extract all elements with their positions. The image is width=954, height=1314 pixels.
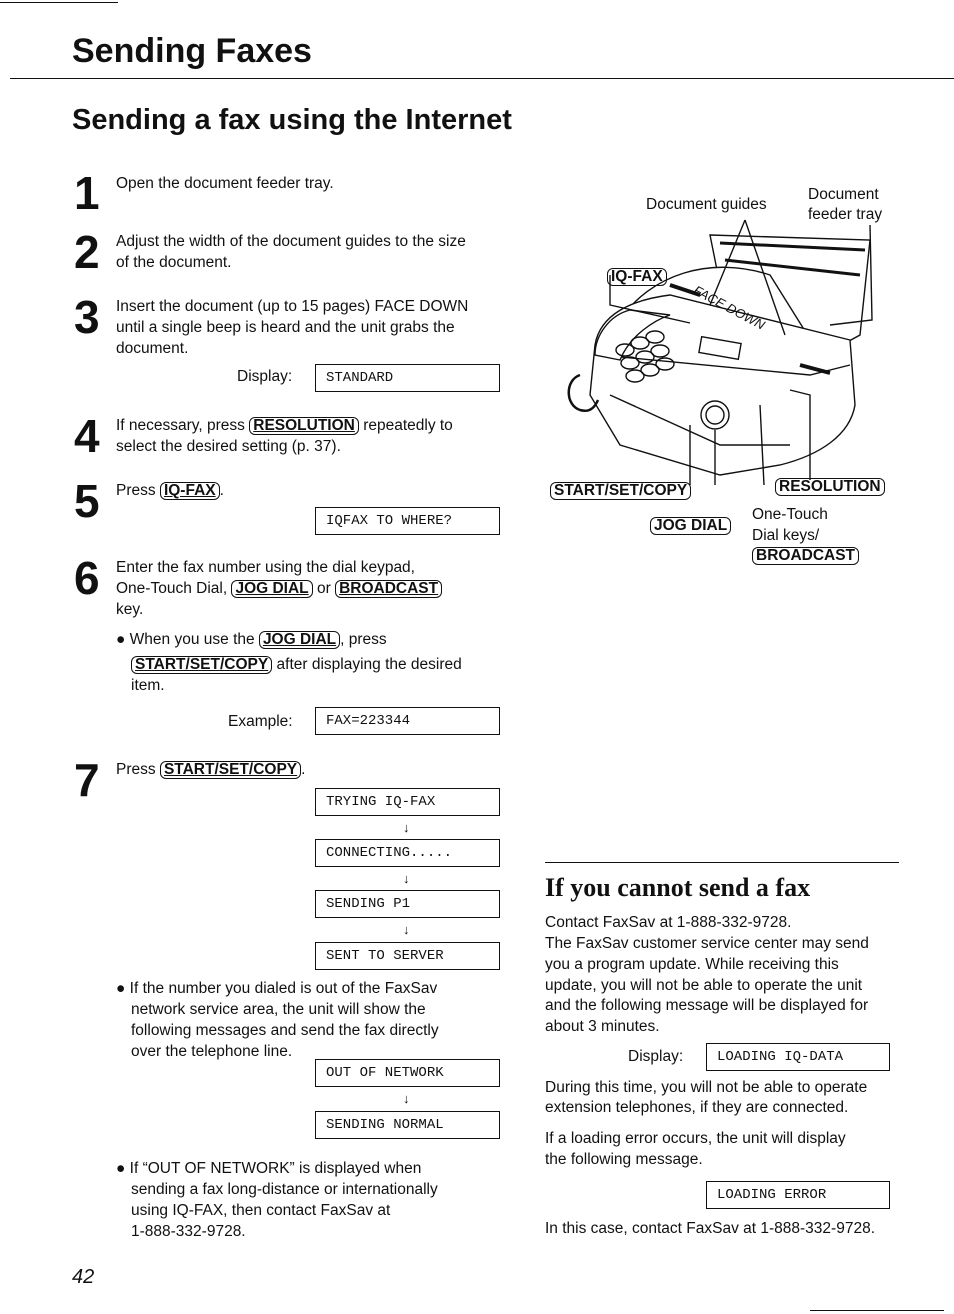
lcd-display: OUT OF NETWORK xyxy=(315,1059,500,1087)
lcd-display: LOADING ERROR xyxy=(706,1181,890,1209)
down-arrow-icon: ↓ xyxy=(403,922,410,937)
step-text: Open the document feeder tray. xyxy=(116,175,334,192)
feeder-tray-label: feeder tray xyxy=(808,206,883,223)
body-text: Contact FaxSav at 1-888-332-9728. xyxy=(545,914,792,931)
bullet-text: over the telephone line. xyxy=(131,1043,293,1060)
broadcast-callout: BROADCAST xyxy=(752,547,860,565)
lcd-display: FAX=223344 xyxy=(315,707,500,735)
step-number: 4 xyxy=(74,410,100,462)
broadcast-key: BROADCAST xyxy=(335,580,443,598)
bullet-text: ● If the number you dialed is out of the… xyxy=(116,980,438,997)
one-touch-label: One-Touch xyxy=(752,506,828,523)
bullet-text: following messages and send the fax dire… xyxy=(131,1022,439,1039)
jog-dial-callout: JOG DIAL xyxy=(650,517,732,535)
section-rule xyxy=(545,862,899,864)
down-arrow-icon: ↓ xyxy=(403,1091,410,1106)
body-text: During this time, you will not be able t… xyxy=(545,1079,868,1096)
body-text: extension telephones, if they are connec… xyxy=(545,1099,849,1116)
jog-dial-key: JOG DIAL xyxy=(231,580,313,598)
step-number: 1 xyxy=(74,167,100,219)
bullet-text: ● If “OUT OF NETWORK” is displayed when xyxy=(116,1160,422,1177)
feeder-tray-label: Document xyxy=(808,186,879,203)
body-text: If a loading error occurs, the unit will… xyxy=(545,1130,846,1147)
body-text: The FaxSav customer service center may s… xyxy=(545,935,869,952)
body-text: In this case, contact FaxSav at 1-888-33… xyxy=(545,1220,875,1237)
bullet-text: sending a fax long-distance or internati… xyxy=(131,1181,438,1198)
step-number: 7 xyxy=(74,754,100,806)
one-touch-label: Dial keys/ xyxy=(752,527,820,544)
step-text: Enter the fax number using the dial keyp… xyxy=(116,559,415,576)
page-number: 42 xyxy=(72,1266,95,1288)
body-text: and the following message will be displa… xyxy=(545,997,869,1014)
bullet-text: START/SET/COPY after displaying the desi… xyxy=(131,654,462,675)
lcd-display: SENT TO SERVER xyxy=(315,942,500,970)
bullet-text: network service area, the unit will show… xyxy=(131,1001,426,1018)
step-text: of the document. xyxy=(116,254,232,271)
start-set-copy-key: START/SET/COPY xyxy=(159,761,302,779)
step-text: until a single beep is heard and the uni… xyxy=(116,319,455,336)
bullet-text: 1-888-332-9728. xyxy=(131,1223,246,1240)
start-set-copy-key: START/SET/COPY xyxy=(131,656,273,674)
step-number: 5 xyxy=(74,475,100,527)
lcd-display: SENDING NORMAL xyxy=(315,1111,500,1139)
step-text: Press IQ-FAX. xyxy=(116,482,224,500)
body-text: update, you will not be able to operate … xyxy=(545,977,863,994)
document-guides-label: Document guides xyxy=(646,196,767,213)
iq-fax-key: IQ-FAX xyxy=(159,482,220,500)
lcd-display: LOADING IQ-DATA xyxy=(706,1043,890,1071)
cannot-send-heading: If you cannot send a fax xyxy=(545,873,811,902)
step-text: One-Touch Dial, JOG DIAL or BROADCAST xyxy=(116,578,443,599)
lcd-display: IQFAX TO WHERE? xyxy=(315,507,500,535)
step-text: document. xyxy=(116,340,189,357)
step-number: 6 xyxy=(74,552,100,604)
bullet-text: ● When you use the JOG DIAL, press xyxy=(116,631,387,649)
body-text: about 3 minutes. xyxy=(545,1018,660,1035)
section-title: Sending a fax using the Internet xyxy=(72,104,512,136)
display-label: Display: xyxy=(628,1048,684,1065)
step-text: If necessary, press RESOLUTION repeatedl… xyxy=(116,417,453,435)
lcd-display: CONNECTING..... xyxy=(315,839,500,867)
start-set-copy-callout: START/SET/COPY xyxy=(550,482,692,500)
step-text: Press START/SET/COPY. xyxy=(116,761,306,779)
body-text: the following message. xyxy=(545,1151,703,1168)
lcd-display: SENDING P1 xyxy=(315,890,500,918)
step-text: Insert the document (up to 15 pages) FAC… xyxy=(116,298,469,315)
top-rule xyxy=(0,2,118,4)
lcd-display: STANDARD xyxy=(315,364,500,392)
step-text: key. xyxy=(116,601,144,618)
jog-dial-key: JOG DIAL xyxy=(258,631,341,649)
page-title: Sending Faxes xyxy=(72,32,312,70)
iq-fax-callout: IQ-FAX xyxy=(607,268,667,286)
step-text: select the desired setting (p. 37). xyxy=(116,438,341,455)
example-label: Example: xyxy=(228,713,293,730)
resolution-key: RESOLUTION xyxy=(249,417,359,435)
fax-machine-illustration xyxy=(567,219,873,485)
step-text: Adjust the width of the document guides … xyxy=(116,233,466,250)
lcd-display: TRYING IQ-FAX xyxy=(315,788,500,816)
manual-page: Sending Faxes Sending a fax using the In… xyxy=(0,0,954,1314)
step-number: 2 xyxy=(74,226,100,278)
resolution-callout: RESOLUTION xyxy=(775,478,885,496)
bullet-text: using IQ-FAX, then contact FaxSav at xyxy=(131,1202,391,1219)
down-arrow-icon: ↓ xyxy=(403,871,410,886)
down-arrow-icon: ↓ xyxy=(403,820,410,835)
bottom-rule xyxy=(810,1310,944,1312)
bullet-text: item. xyxy=(131,677,165,694)
title-rule xyxy=(10,78,954,80)
body-text: you a program update. While receiving th… xyxy=(545,956,839,973)
step-number: 3 xyxy=(74,291,100,343)
display-label: Display: xyxy=(237,368,293,385)
